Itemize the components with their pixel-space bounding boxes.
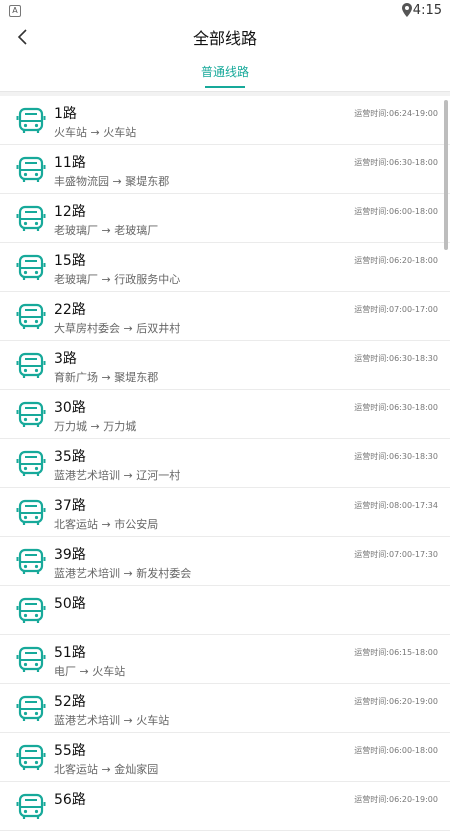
route-row[interactable]: 22路大草房村委会 → 后双井村 运营时间:07:00-17:00	[0, 292, 450, 341]
operating-time: 运营时间:08:00-17:34	[354, 501, 438, 510]
route-name: 11路	[54, 155, 86, 171]
bus-icon	[16, 303, 46, 329]
location-icon	[402, 3, 412, 17]
operating-time: 运营时间:06:00-18:00	[354, 746, 438, 755]
route-name: 15路	[54, 253, 86, 269]
route-row[interactable]: 39路蓝港艺术培训 → 新发村委会 运营时间:07:00-17:30	[0, 537, 450, 586]
route-row[interactable]: 35路蓝港艺术培训 → 辽河一村 运营时间:06:30-18:30	[0, 439, 450, 488]
route-name: 3路	[54, 351, 77, 367]
route-name: 56路	[54, 792, 86, 808]
bus-icon	[16, 744, 46, 770]
operating-time: 运营时间:06:30-18:30	[354, 452, 438, 461]
route-path: 万力城 → 万力城	[54, 420, 137, 433]
operating-time: 运营时间:06:30-18:00	[354, 403, 438, 412]
operating-time: 运营时间:06:30-18:00	[354, 158, 438, 167]
operating-time: 运营时间:06:15-18:00	[354, 648, 438, 657]
scrollbar[interactable]	[444, 100, 448, 250]
route-path: 老玻璃厂 → 老玻璃厂	[54, 224, 159, 237]
route-name: 50路	[54, 596, 86, 612]
header: 全部线路 普通线路	[0, 22, 450, 92]
route-row[interactable]: 3路育新广场 → 聚堤东郡 运营时间:06:30-18:30	[0, 341, 450, 390]
bus-icon	[16, 695, 46, 721]
route-row[interactable]: 37路北客运站 → 市公安局 运营时间:08:00-17:34	[0, 488, 450, 537]
status-time: 4:15	[412, 3, 442, 18]
route-name: 12路	[54, 204, 86, 220]
bus-icon	[16, 597, 46, 623]
route-name: 52路	[54, 694, 86, 710]
operating-time: 运营时间:06:00-18:00	[354, 207, 438, 216]
route-name: 35路	[54, 449, 86, 465]
route-name: 30路	[54, 400, 86, 416]
route-path: 丰盛物流园 → 聚堤东郡	[54, 175, 170, 188]
bus-icon	[16, 499, 46, 525]
bus-icon	[16, 205, 46, 231]
operating-time: 运营时间:06:30-18:30	[354, 354, 438, 363]
route-path: 北客运站 → 市公安局	[54, 518, 159, 531]
operating-time: 运营时间:06:20-18:00	[354, 256, 438, 265]
route-row[interactable]: 30路万力城 → 万力城 运营时间:06:30-18:00	[0, 390, 450, 439]
bus-icon	[16, 156, 46, 182]
operating-time: 运营时间:06:20-19:00	[354, 697, 438, 706]
tab-active-indicator	[205, 86, 245, 88]
route-row[interactable]: 56路 运营时间:06:20-19:00	[0, 782, 450, 831]
bus-icon	[16, 352, 46, 378]
route-path: 蓝港艺术培训 → 新发村委会	[54, 567, 192, 580]
tab-regular-routes[interactable]: 普通线路	[201, 63, 249, 80]
route-path: 北客运站 → 金灿家园	[54, 763, 159, 776]
route-row[interactable]: 50路	[0, 586, 450, 635]
status-bar: A 4:15	[0, 0, 450, 22]
operating-time: 运营时间:07:00-17:30	[354, 550, 438, 559]
route-name: 55路	[54, 743, 86, 759]
route-name: 39路	[54, 547, 86, 563]
route-row[interactable]: 55路北客运站 → 金灿家园 运营时间:06:00-18:00	[0, 733, 450, 782]
route-row[interactable]: 52路蓝港艺术培训 → 火车站 运营时间:06:20-19:00	[0, 684, 450, 733]
route-row[interactable]: 51路电厂 → 火车站 运营时间:06:15-18:00	[0, 635, 450, 684]
operating-time: 运营时间:07:00-17:00	[354, 305, 438, 314]
bus-icon	[16, 401, 46, 427]
route-path: 老玻璃厂 → 行政服务中心	[54, 273, 181, 286]
route-list: 1路火车站 → 火车站 运营时间:06:24-19:00 11路丰盛物流园 → 聚堤…	[0, 96, 450, 831]
bus-icon	[16, 254, 46, 280]
route-path: 大草房村委会 → 后双井村	[54, 322, 181, 335]
route-row[interactable]: 12路老玻璃厂 → 老玻璃厂 运营时间:06:00-18:00	[0, 194, 450, 243]
route-path: 蓝港艺术培训 → 火车站	[54, 714, 170, 727]
bus-icon	[16, 646, 46, 672]
route-name: 1路	[54, 106, 77, 122]
route-row[interactable]: 15路老玻璃厂 → 行政服务中心 运营时间:06:20-18:00	[0, 243, 450, 292]
page-title: 全部线路	[192, 29, 257, 48]
app-notification-icon: A	[9, 5, 21, 17]
bus-icon	[16, 548, 46, 574]
route-row[interactable]: 11路丰盛物流园 → 聚堤东郡 运营时间:06:30-18:00	[0, 145, 450, 194]
bus-icon	[16, 107, 46, 133]
operating-time: 运营时间:06:24-19:00	[354, 109, 438, 118]
route-name: 22路	[54, 302, 86, 318]
bus-icon	[16, 450, 46, 476]
route-row[interactable]: 1路火车站 → 火车站 运营时间:06:24-19:00	[0, 96, 450, 145]
route-path: 蓝港艺术培训 → 辽河一村	[54, 469, 181, 482]
route-name: 37路	[54, 498, 86, 514]
route-name: 51路	[54, 645, 86, 661]
bus-icon	[16, 793, 46, 819]
route-path: 育新广场 → 聚堤东郡	[54, 371, 159, 384]
route-path: 电厂 → 火车站	[54, 665, 126, 678]
route-path: 火车站 → 火车站	[54, 126, 137, 139]
